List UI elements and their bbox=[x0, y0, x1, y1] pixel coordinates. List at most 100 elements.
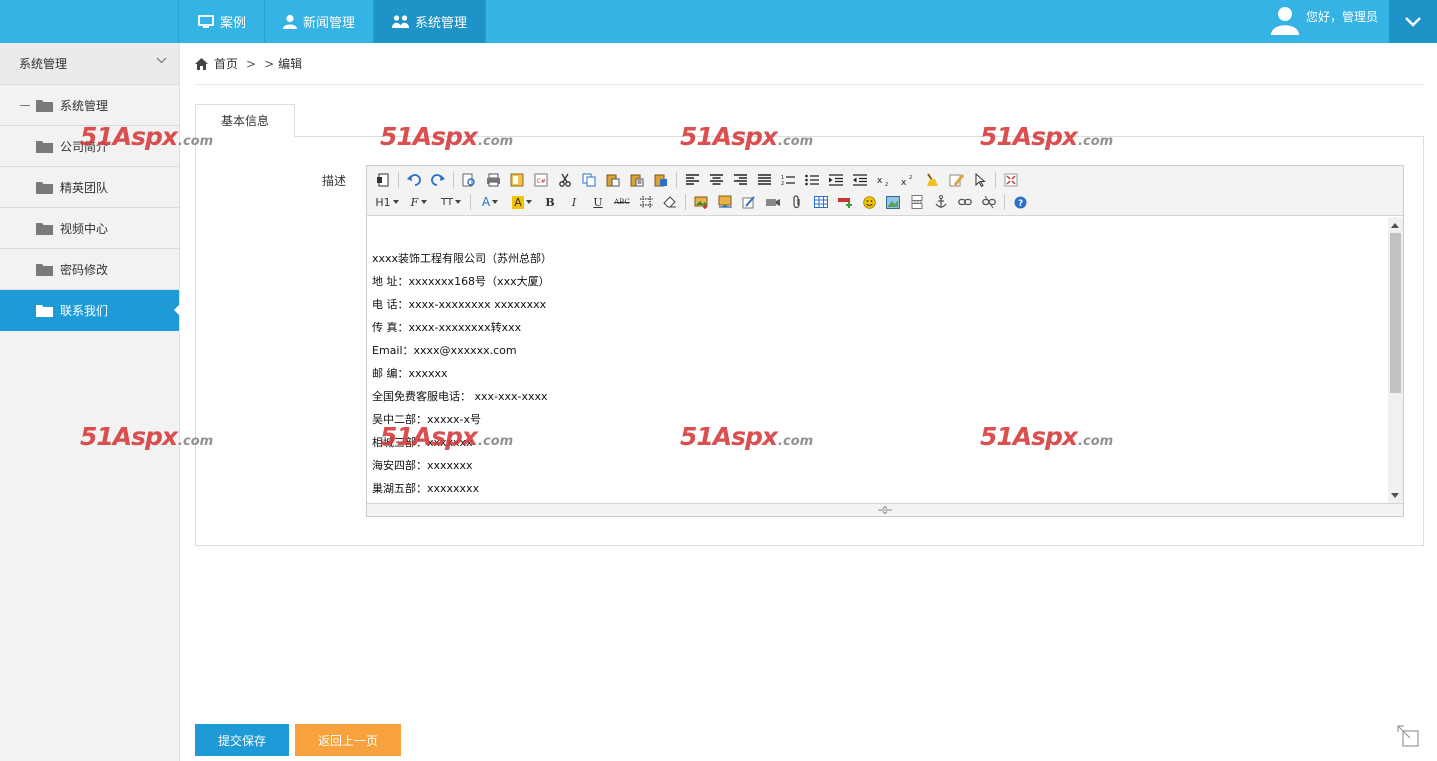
sidebar-group-system[interactable]: 系统管理 bbox=[0, 85, 179, 126]
unlink-icon bbox=[982, 195, 996, 209]
scrawl-button[interactable] bbox=[737, 192, 761, 212]
cut-button[interactable] bbox=[553, 170, 577, 190]
font-color-dropdown[interactable]: A bbox=[474, 192, 506, 212]
heading-dropdown[interactable]: H1 bbox=[371, 192, 403, 212]
unlink-button[interactable] bbox=[977, 192, 1001, 212]
print-button[interactable] bbox=[481, 170, 505, 190]
align-justify-icon bbox=[757, 174, 771, 185]
nav-item-system[interactable]: 系统管理 bbox=[374, 0, 487, 43]
sidebar-item-contact-us[interactable]: 联系我们 bbox=[0, 290, 180, 331]
align-justify-button[interactable] bbox=[752, 170, 776, 190]
breadcrumb-current: 编辑 bbox=[278, 57, 303, 71]
home-icon bbox=[195, 57, 208, 70]
insert-table-button[interactable] bbox=[809, 192, 833, 212]
font-family-dropdown[interactable]: F bbox=[403, 192, 435, 212]
nav-item-label: 新闻管理 bbox=[303, 16, 356, 31]
attachment-button[interactable] bbox=[785, 192, 809, 212]
map-button[interactable] bbox=[881, 192, 905, 212]
video-button[interactable] bbox=[761, 192, 785, 212]
chevron-down-icon bbox=[1405, 16, 1421, 27]
content-line: Email：xxxx@xxxxxx.com bbox=[372, 344, 517, 357]
subscript-button[interactable]: x2 bbox=[872, 170, 896, 190]
clear-format-button[interactable] bbox=[944, 170, 968, 190]
folder-icon bbox=[36, 181, 53, 194]
scroll-thumb[interactable] bbox=[1390, 233, 1401, 393]
monitor-icon bbox=[198, 14, 214, 28]
sidebar-item-password[interactable]: 密码修改 bbox=[0, 249, 179, 290]
italic-button[interactable]: I bbox=[562, 192, 586, 212]
user-info[interactable]: 您好，管理员 bbox=[1270, 5, 1378, 35]
format-brush-button[interactable] bbox=[920, 170, 944, 190]
tab-basic-info[interactable]: 基本信息 bbox=[195, 104, 295, 137]
border-button[interactable] bbox=[634, 192, 658, 212]
submit-save-button[interactable]: 提交保存 bbox=[195, 724, 289, 756]
toolbar-separator bbox=[995, 172, 996, 188]
ordered-list-button[interactable]: 12 bbox=[776, 170, 800, 190]
redo-button[interactable] bbox=[426, 170, 450, 190]
scroll-down-arrow[interactable] bbox=[1391, 493, 1399, 498]
strikethrough-button[interactable]: ABC bbox=[610, 192, 634, 212]
nav-item-cases[interactable]: 案例 bbox=[180, 0, 266, 43]
source-code-button[interactable] bbox=[371, 170, 395, 190]
select-all-button[interactable] bbox=[968, 170, 992, 190]
anchor-button[interactable] bbox=[929, 192, 953, 212]
editor-content[interactable]: xxxx装饰工程有限公司（苏州总部） 地 址：xxxxxxx168号（xxx大厦… bbox=[367, 217, 1389, 504]
align-left-button[interactable] bbox=[680, 170, 704, 190]
editor-resize-handle[interactable] bbox=[367, 503, 1403, 516]
eraser-icon bbox=[663, 196, 676, 208]
background-color-dropdown[interactable]: A bbox=[506, 192, 538, 212]
multi-image-button[interactable] bbox=[713, 192, 737, 212]
sidebar-item-label: 精英团队 bbox=[60, 180, 109, 195]
row-add-icon bbox=[837, 198, 852, 208]
paste-text-button[interactable] bbox=[625, 170, 649, 190]
sidebar-item-video-center[interactable]: 视频中心 bbox=[0, 208, 179, 249]
align-center-button[interactable] bbox=[704, 170, 728, 190]
scroll-up-arrow[interactable] bbox=[1391, 223, 1399, 228]
font-size-dropdown[interactable]: TT bbox=[435, 192, 467, 212]
background-color-label: A bbox=[512, 195, 524, 209]
undo-button[interactable] bbox=[402, 170, 426, 190]
page-break-button[interactable] bbox=[905, 192, 929, 212]
align-right-button[interactable] bbox=[728, 170, 752, 190]
indent-button[interactable] bbox=[824, 170, 848, 190]
outdent-button[interactable] bbox=[848, 170, 872, 190]
insert-row-button[interactable] bbox=[833, 192, 857, 212]
template-button[interactable] bbox=[505, 170, 529, 190]
unordered-list-button[interactable] bbox=[800, 170, 824, 190]
content-line: 地 址：xxxxxxx168号（xxx大厦） bbox=[372, 275, 550, 288]
brush-icon bbox=[927, 173, 938, 186]
user-dropdown-button[interactable] bbox=[1389, 0, 1437, 43]
nav-item-news[interactable]: 新闻管理 bbox=[265, 0, 375, 43]
sidebar-item-elite-team[interactable]: 精英团队 bbox=[0, 167, 179, 208]
fullscreen-button[interactable] bbox=[999, 170, 1023, 190]
sidebar-item-company-intro[interactable]: 公司简介 bbox=[0, 126, 179, 167]
bold-button[interactable]: B bbox=[538, 192, 562, 212]
superscript-button[interactable]: x2 bbox=[896, 170, 920, 190]
breadcrumb-home[interactable]: 首页 bbox=[214, 55, 238, 72]
preview-button[interactable] bbox=[457, 170, 481, 190]
sidebar-header[interactable]: 系统管理 bbox=[0, 43, 179, 85]
font-color-label: A bbox=[481, 195, 491, 209]
eraser-pen-icon bbox=[949, 174, 964, 187]
code-button[interactable]: C# bbox=[529, 170, 553, 190]
underline-button[interactable]: U bbox=[586, 192, 610, 212]
folder-icon bbox=[36, 222, 53, 235]
editor-toolbar: C# 12 x2 x2 H1 F TT A A B I U ABC ? bbox=[367, 166, 1403, 216]
paste-word-button[interactable] bbox=[649, 170, 673, 190]
insert-image-button[interactable] bbox=[689, 192, 713, 212]
bold-label: B bbox=[545, 195, 555, 209]
redo-icon bbox=[431, 174, 445, 186]
copy-button[interactable] bbox=[577, 170, 601, 190]
content-line: 邮 编：xxxxxx bbox=[372, 367, 448, 380]
collapse-corner-icon[interactable] bbox=[1397, 725, 1419, 747]
eraser-button[interactable] bbox=[658, 192, 682, 212]
editor-scrollbar[interactable] bbox=[1388, 217, 1403, 504]
link-button[interactable] bbox=[953, 192, 977, 212]
emotion-button[interactable] bbox=[857, 192, 881, 212]
paste-button[interactable] bbox=[601, 170, 625, 190]
back-button[interactable]: 返回上一页 bbox=[295, 724, 401, 756]
subscript-icon: x2 bbox=[877, 176, 888, 186]
content-line: 全国免费客服电话： xxx-xxx-xxxx bbox=[372, 390, 548, 403]
help-button[interactable]: ? bbox=[1008, 192, 1032, 212]
font-size-label: TT bbox=[440, 196, 454, 208]
